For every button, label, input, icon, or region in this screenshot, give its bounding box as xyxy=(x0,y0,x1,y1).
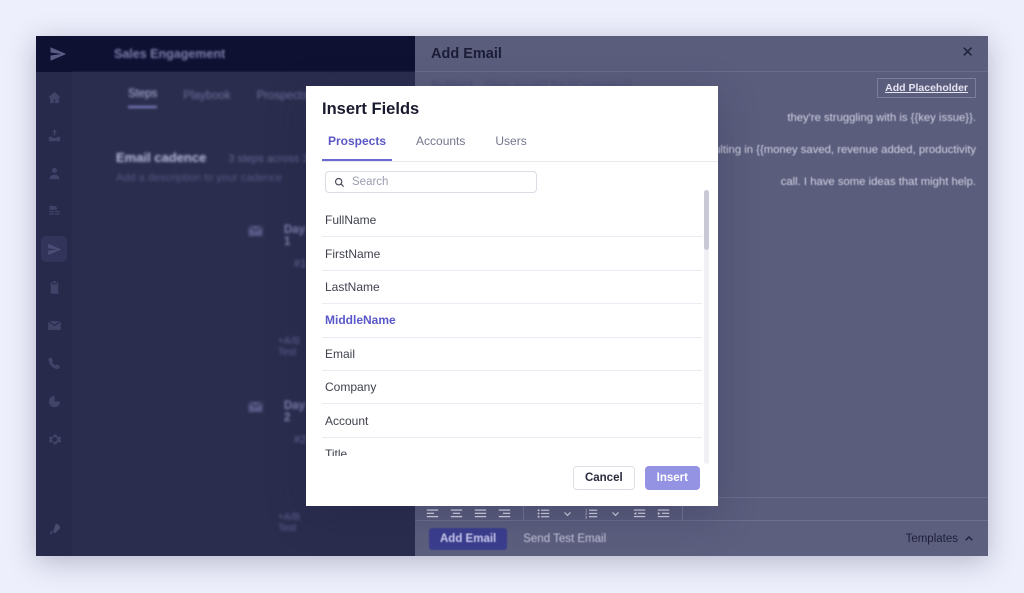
modal-title: Insert Fields xyxy=(322,100,420,118)
send-test-email-button[interactable]: Send Test Email xyxy=(523,533,606,545)
envelope-icon xyxy=(244,398,266,416)
scrollbar-thumb[interactable] xyxy=(704,190,709,250)
tab-accounts[interactable]: Accounts xyxy=(410,134,471,161)
insert-fields-modal: Insert Fields Prospects Accounts Users S… xyxy=(306,86,718,506)
rocket-icon xyxy=(47,522,62,537)
sidebar-item-inbox[interactable] xyxy=(41,122,67,148)
envelope-icon xyxy=(244,222,266,240)
close-icon[interactable]: ✕ xyxy=(961,45,974,60)
tab-users[interactable]: Users xyxy=(489,134,532,161)
paper-plane-icon xyxy=(47,242,62,257)
screenshot-root: Sales Engagement Steps Playbook Prospect… xyxy=(0,0,1024,593)
svg-text:3: 3 xyxy=(585,514,588,519)
cadence-description[interactable]: Add a description to your cadence xyxy=(116,172,282,184)
clipboard-icon xyxy=(47,280,62,295)
list-item[interactable]: LastName xyxy=(322,271,702,305)
list-item[interactable]: FullName xyxy=(322,204,702,238)
tab-playbook[interactable]: Playbook xyxy=(183,90,230,108)
sidebar-item-upgrade[interactable] xyxy=(41,516,67,542)
fields-list[interactable]: FullName FirstName LastName MiddleName E… xyxy=(322,204,702,456)
person-icon xyxy=(47,166,62,181)
add-email-footer: Add Email Send Test Email Templates xyxy=(415,520,988,556)
list-item-selected[interactable]: MiddleName xyxy=(322,304,702,338)
add-placeholder-button[interactable]: Add Placeholder xyxy=(877,78,976,98)
modal-footer: Cancel Insert xyxy=(306,450,718,506)
cadence-header: Email cadence 3 steps across 3 days xyxy=(116,150,335,165)
home-icon xyxy=(47,90,62,105)
paper-plane-icon xyxy=(48,44,68,64)
templates-button[interactable]: Templates xyxy=(906,533,974,545)
add-email-header: Add Email ✕ xyxy=(415,36,988,72)
scrollbar-track[interactable] xyxy=(704,190,709,464)
add-email-button[interactable]: Add Email xyxy=(429,527,508,550)
insert-button[interactable]: Insert xyxy=(644,466,700,490)
sidebar-item-home[interactable] xyxy=(41,84,67,110)
list-item[interactable]: FirstName xyxy=(322,237,702,271)
sidebar-item-reports[interactable] xyxy=(41,198,67,224)
sidebar-rail xyxy=(36,72,72,556)
list-item[interactable]: Email xyxy=(322,338,702,371)
modal-tabs: Prospects Accounts Users xyxy=(322,134,718,162)
document-icon xyxy=(47,204,62,219)
app-brand-title: Sales Engagement xyxy=(114,47,226,61)
sidebar-item-tasks[interactable] xyxy=(41,274,67,300)
sidebar-item-engagement[interactable] xyxy=(41,236,67,262)
tab-prospects[interactable]: Prospects xyxy=(322,134,393,161)
list-item[interactable]: Company xyxy=(322,371,702,405)
search-icon xyxy=(334,177,345,188)
tab-steps[interactable]: Steps xyxy=(128,88,158,108)
ab-test-button[interactable]: +A/B Test xyxy=(278,336,300,358)
inbox-icon xyxy=(47,128,62,143)
envelope-icon xyxy=(47,318,62,333)
templates-label: Templates xyxy=(905,532,958,545)
sidebar-item-contacts[interactable] xyxy=(41,160,67,186)
sidebar-item-settings[interactable] xyxy=(41,426,67,452)
gear-icon xyxy=(47,432,62,447)
pie-chart-icon xyxy=(47,394,62,409)
search-placeholder: Search xyxy=(352,176,389,188)
sidebar-item-analytics[interactable] xyxy=(41,388,67,414)
step-number: #2 xyxy=(294,434,307,446)
page-title: Add Email xyxy=(431,46,502,62)
step-day-label: Day 1 xyxy=(284,224,306,248)
cadence-title: Email cadence xyxy=(116,150,207,165)
cancel-button[interactable]: Cancel xyxy=(572,466,635,490)
step-number: #1 xyxy=(294,258,307,270)
step-day-label[interactable]: Day 2 xyxy=(284,400,305,424)
sidebar-item-email[interactable] xyxy=(41,312,67,338)
chevron-up-icon xyxy=(964,534,974,544)
phone-icon xyxy=(47,356,62,371)
ab-test-button[interactable]: +A/B Test xyxy=(278,512,300,534)
list-item[interactable]: Account xyxy=(322,404,702,438)
search-input[interactable]: Search xyxy=(325,171,537,193)
sidebar-item-calls[interactable] xyxy=(41,350,67,376)
tab-prospects[interactable]: Prospects xyxy=(257,90,308,108)
